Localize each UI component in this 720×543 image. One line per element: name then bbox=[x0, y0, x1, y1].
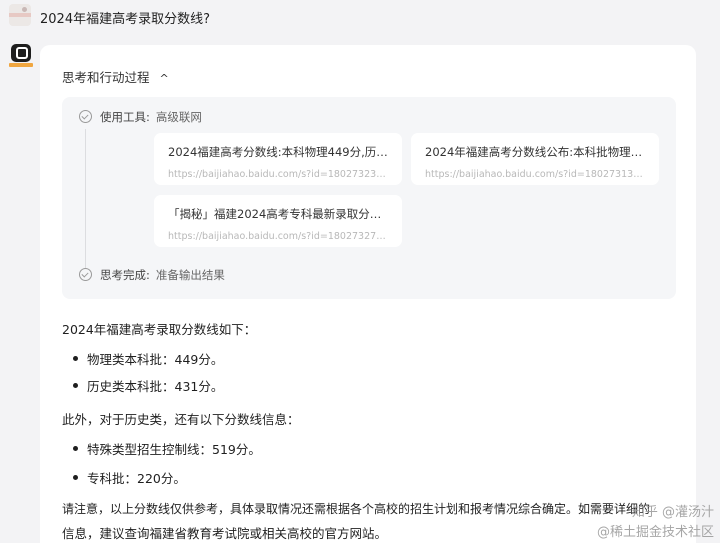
done-step-value: 准备输出结果 bbox=[155, 268, 225, 282]
reference-title: 2024福建高考分数线:本科物理449分,历史... bbox=[168, 145, 388, 159]
reference-url: https://baijiahao.baidu.com/s?id=1802731… bbox=[425, 169, 645, 180]
bullet-dot bbox=[73, 475, 78, 480]
list-item: 特殊类型招生控制线：519分。 bbox=[87, 442, 261, 457]
assistant-avatar bbox=[9, 44, 33, 70]
done-step-key: 思考完成: bbox=[100, 268, 150, 282]
done-step: 思考完成: 准备输出结果 bbox=[100, 267, 225, 283]
user-avatar bbox=[9, 4, 31, 26]
list-item: 专科批：220分。 bbox=[87, 471, 186, 486]
list-item: 物理类本科批：449分。 bbox=[87, 352, 224, 367]
reference-url: https://baijiahao.baidu.com/s?id=1802732… bbox=[168, 169, 388, 180]
reference-url: https://baijiahao.baidu.com/s?id=1802732… bbox=[168, 231, 388, 242]
thinking-panel: 使用工具: 高级联网 2024福建高考分数线:本科物理449分,历史... htt… bbox=[62, 97, 676, 299]
user-question: 2024年福建高考录取分数线? bbox=[40, 12, 210, 27]
tool-step: 使用工具: 高级联网 bbox=[100, 109, 202, 125]
answer-card: 思考和行动过程 ^ 使用工具: 高级联网 2024福建高考分数线:本科物理449分… bbox=[40, 45, 696, 543]
thinking-toggle[interactable]: 思考和行动过程 ^ bbox=[62, 67, 169, 86]
check-circle-icon bbox=[79, 110, 92, 123]
answer-note-line-1: 请注意，以上分数线仅供参考，具体录取情况还需根据各个高校的招生计划和报考情况综合… bbox=[62, 502, 651, 516]
bullet-dot bbox=[73, 383, 78, 388]
reference-title: 「揭秘」福建2024高考专科最新录取分数... bbox=[168, 207, 388, 221]
bullet-dot bbox=[73, 356, 78, 361]
reference-card[interactable]: 2024福建高考分数线:本科物理449分,历史... https://baiji… bbox=[154, 133, 402, 185]
watermark-line-1: 知乎 @灌汤汁 bbox=[631, 505, 714, 520]
tool-step-value: 高级联网 bbox=[155, 110, 202, 124]
reference-card[interactable]: 2024年福建高考分数线公布:本科批物理组... https://baijiah… bbox=[411, 133, 659, 185]
check-circle-icon bbox=[79, 268, 92, 281]
answer-note-line-2: 信息，建议查询福建省教育考试院或相关高校的官方网站。 bbox=[62, 526, 388, 541]
answer-intro: 2024年福建高考录取分数线如下： bbox=[62, 322, 257, 337]
bullet-dot bbox=[73, 446, 78, 451]
watermark-line-2: @稀土掘金技术社区 bbox=[596, 525, 714, 540]
thinking-header-label: 思考和行动过程 bbox=[62, 70, 150, 85]
timeline-line bbox=[85, 129, 86, 271]
user-question-row: 2024年福建高考录取分数线? bbox=[0, 0, 720, 34]
answer-intro-2: 此外，对于历史类，还有以下分数线信息： bbox=[62, 412, 300, 427]
chevron-up-icon: ^ bbox=[159, 72, 169, 85]
list-item: 历史类本科批：431分。 bbox=[87, 379, 224, 394]
tool-step-key: 使用工具: bbox=[100, 110, 150, 124]
reference-card[interactable]: 「揭秘」福建2024高考专科最新录取分数... https://baijiaha… bbox=[154, 195, 402, 247]
reference-title: 2024年福建高考分数线公布:本科批物理组... bbox=[425, 145, 645, 159]
